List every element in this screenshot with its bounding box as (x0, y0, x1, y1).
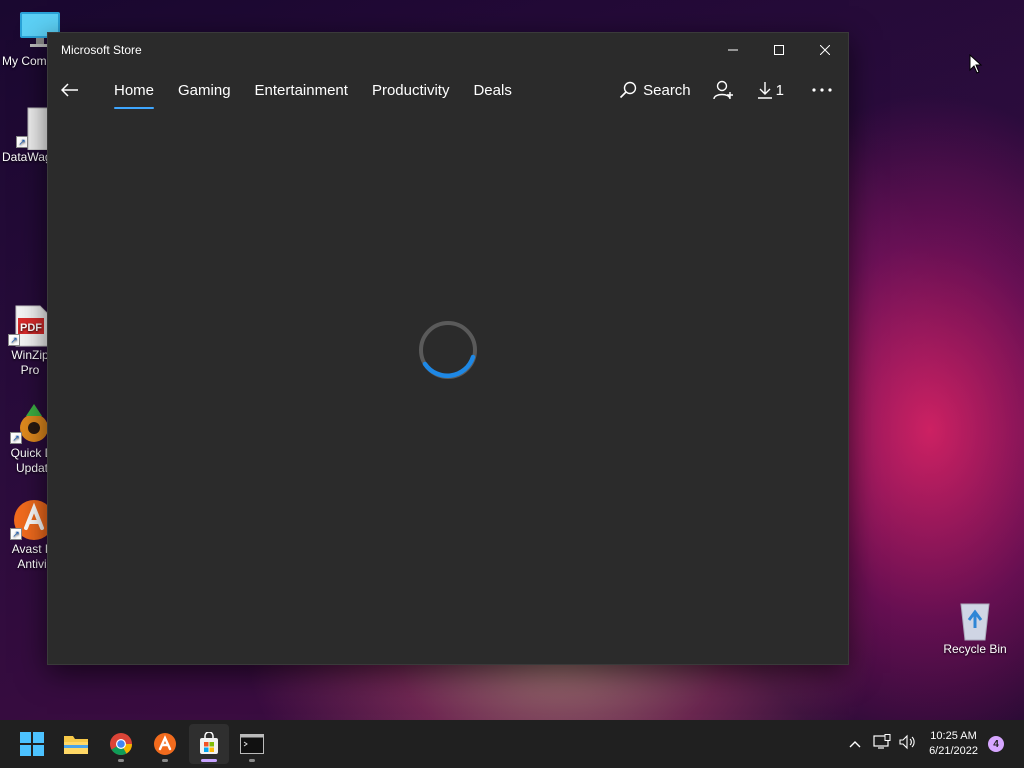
volume-button[interactable] (899, 734, 917, 755)
shortcut-arrow-icon: ↗ (10, 432, 22, 444)
downloads-count: 1 (775, 81, 784, 99)
shortcut-arrow-icon: ↗ (16, 136, 28, 148)
running-indicator (249, 759, 255, 762)
tab-productivity[interactable]: Productivity (372, 67, 450, 113)
pdf-icon: PDF ↗ (8, 304, 50, 347)
search-label: Search (643, 81, 691, 99)
more-options-button[interactable] (806, 88, 838, 92)
microsoft-store-window: Microsoft Store Home Gaming Entertainmen… (47, 32, 849, 665)
add-user-icon (712, 80, 733, 100)
recycle-bin-icon (955, 598, 995, 641)
back-arrow-icon (61, 83, 78, 97)
network-button[interactable] (873, 733, 891, 755)
minimize-icon (728, 49, 738, 51)
download-icon (757, 82, 772, 99)
more-horizontal-icon (812, 88, 832, 92)
downloads-button[interactable]: 1 (757, 81, 784, 99)
tab-entertainment[interactable]: Entertainment (255, 67, 348, 113)
maximize-icon (774, 45, 784, 55)
clock-button[interactable]: 10:25 AM 6/21/2022 (929, 729, 978, 759)
loading-spinner-icon (419, 321, 477, 379)
close-button[interactable] (802, 33, 848, 67)
gear-icon: ↗ (10, 402, 52, 444)
tab-deals[interactable]: Deals (473, 67, 511, 113)
system-tray: 10:25 AM 6/21/2022 4 (849, 720, 1024, 768)
minimize-button[interactable] (710, 33, 756, 67)
clock-time: 10:25 AM (930, 730, 977, 742)
taskbar-avast[interactable] (145, 724, 185, 764)
running-indicator (118, 759, 124, 762)
chevron-up-icon (849, 741, 861, 748)
terminal-icon (240, 734, 264, 754)
chrome-icon (110, 733, 132, 755)
tab-gaming[interactable]: Gaming (178, 67, 231, 113)
microsoft-store-icon (200, 732, 218, 754)
network-icon (873, 733, 891, 749)
avast-icon: ↗ (10, 498, 54, 540)
tab-home[interactable]: Home (114, 67, 155, 113)
store-content-area (48, 113, 848, 664)
account-button[interactable] (712, 80, 735, 100)
desktop-icon-label: Recycle Bin (943, 642, 1007, 656)
store-nav-bar: Home Gaming Entertainment Productivity D… (48, 67, 848, 113)
running-indicator (162, 759, 168, 762)
taskbar-microsoft-store[interactable] (189, 724, 229, 764)
running-indicator (201, 759, 217, 762)
show-hidden-icons-button[interactable] (849, 735, 861, 753)
taskbar-file-explorer[interactable] (56, 724, 96, 764)
clock-date: 6/21/2022 (929, 745, 978, 757)
notification-badge[interactable]: 4 (988, 736, 1004, 752)
folder-icon (64, 736, 88, 754)
title-bar[interactable]: Microsoft Store (48, 33, 848, 67)
back-button[interactable] (50, 70, 90, 110)
avast-icon (154, 733, 176, 755)
taskbar-terminal[interactable] (232, 724, 272, 764)
mouse-cursor-icon (969, 54, 983, 74)
taskbar-chrome[interactable] (101, 724, 141, 764)
start-button[interactable] (12, 724, 52, 764)
speaker-icon (899, 734, 915, 749)
shortcut-arrow-icon: ↗ (10, 528, 22, 540)
search-button[interactable]: Search (619, 81, 691, 99)
close-icon (820, 45, 830, 55)
desktop-icon-recycle-bin[interactable]: Recycle Bin (935, 598, 1015, 657)
windows-start-icon (20, 732, 44, 756)
search-icon (620, 81, 637, 99)
shortcut-arrow-icon: ↗ (8, 334, 20, 346)
taskbar: 10:25 AM 6/21/2022 4 (0, 720, 1024, 768)
svg-text:PDF: PDF (20, 322, 42, 334)
window-title: Microsoft Store (61, 43, 142, 57)
maximize-button[interactable] (756, 33, 802, 67)
